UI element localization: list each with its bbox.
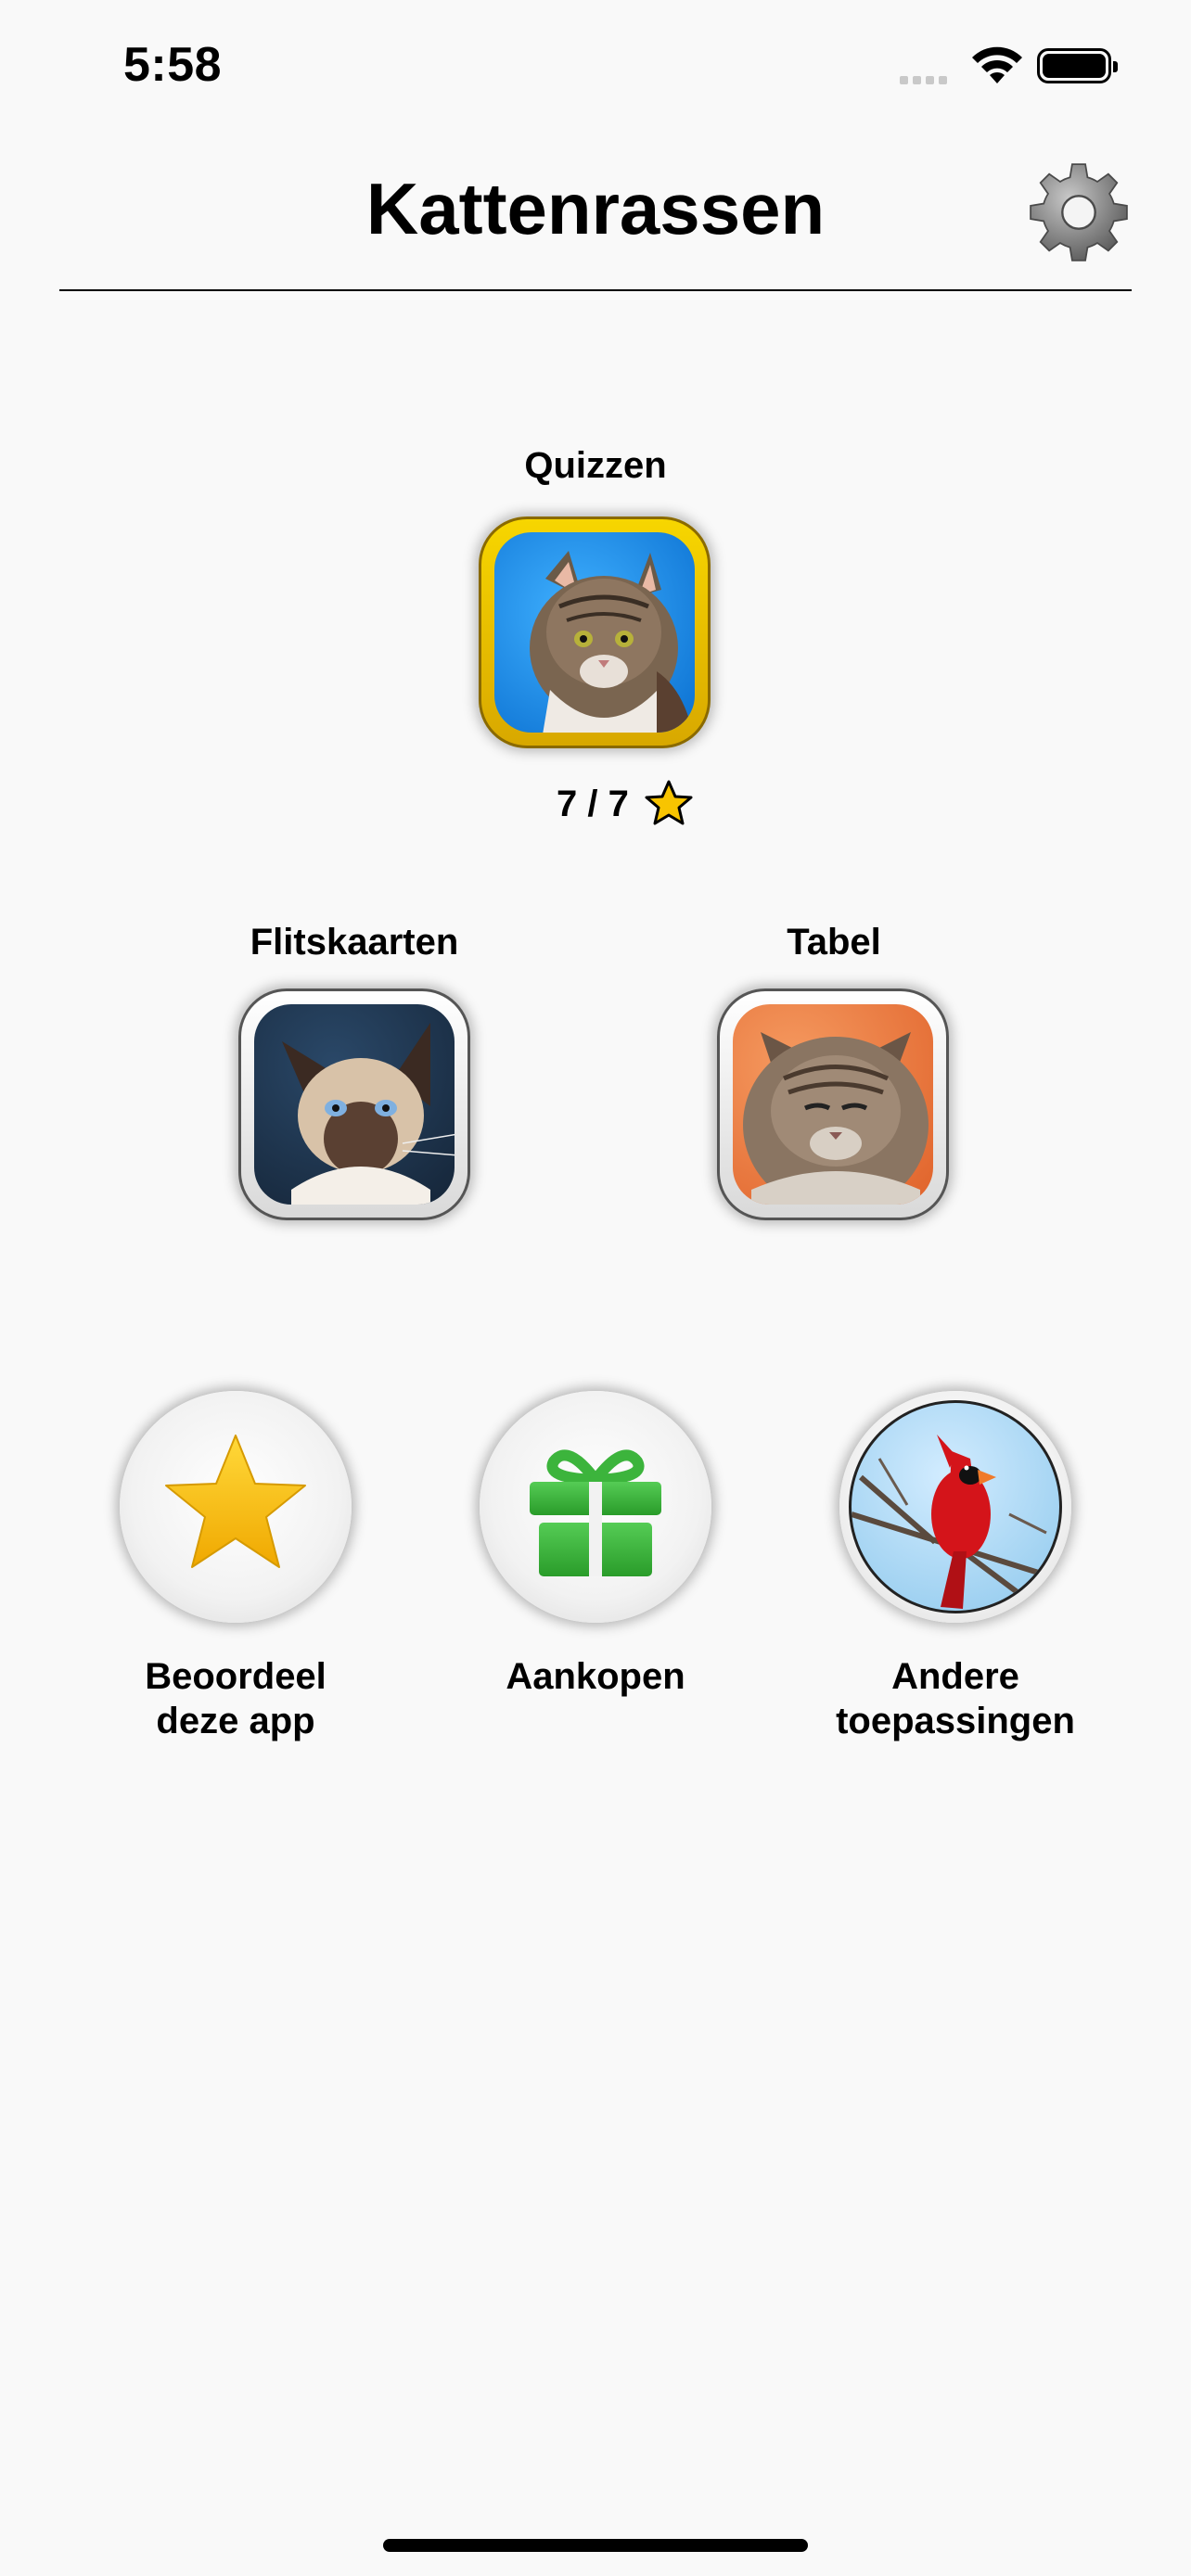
flashcards-button[interactable]: [238, 988, 470, 1220]
star-icon: [645, 780, 693, 825]
table-cat-image: [733, 1004, 933, 1205]
quiz-score: 7 / 7: [557, 784, 629, 824]
flashcards-cat-image: [254, 1004, 455, 1205]
header-divider: [59, 289, 1132, 291]
cellular-signal-icon: [900, 72, 952, 89]
status-time: 5:58: [123, 38, 223, 92]
other-apps-label: Andere toepassingen: [807, 1654, 1104, 1743]
other-apps-label-line1: Andere: [891, 1656, 1019, 1697]
other-apps-button[interactable]: [839, 1391, 1071, 1623]
table-label: Tabel: [787, 922, 881, 963]
cardinal-bird-image: [849, 1400, 1062, 1613]
rate-app-label: Beoordeel deze app: [87, 1654, 384, 1743]
rate-app-label-line2: deze app: [156, 1701, 315, 1741]
wifi-icon: [972, 46, 1022, 83]
home-indicator[interactable]: [383, 2539, 808, 2552]
other-apps-label-line2: toepassingen: [836, 1701, 1075, 1741]
purchases-button[interactable]: [480, 1391, 711, 1623]
rate-app-label-line1: Beoordeel: [145, 1656, 327, 1697]
gear-icon[interactable]: [1024, 158, 1133, 267]
gift-icon: [530, 1449, 661, 1576]
table-button[interactable]: [717, 988, 949, 1220]
flashcards-label: Flitskaarten: [250, 922, 459, 963]
quiz-cat-image: [494, 532, 695, 733]
page-title: Kattenrassen: [365, 168, 826, 249]
quiz-label: Quizzen: [524, 445, 667, 486]
quiz-button[interactable]: [479, 516, 711, 748]
battery-icon: [1037, 48, 1118, 83]
star-icon: [165, 1435, 306, 1568]
rate-app-button[interactable]: [120, 1391, 352, 1623]
purchases-label: Aankopen: [506, 1656, 685, 1697]
